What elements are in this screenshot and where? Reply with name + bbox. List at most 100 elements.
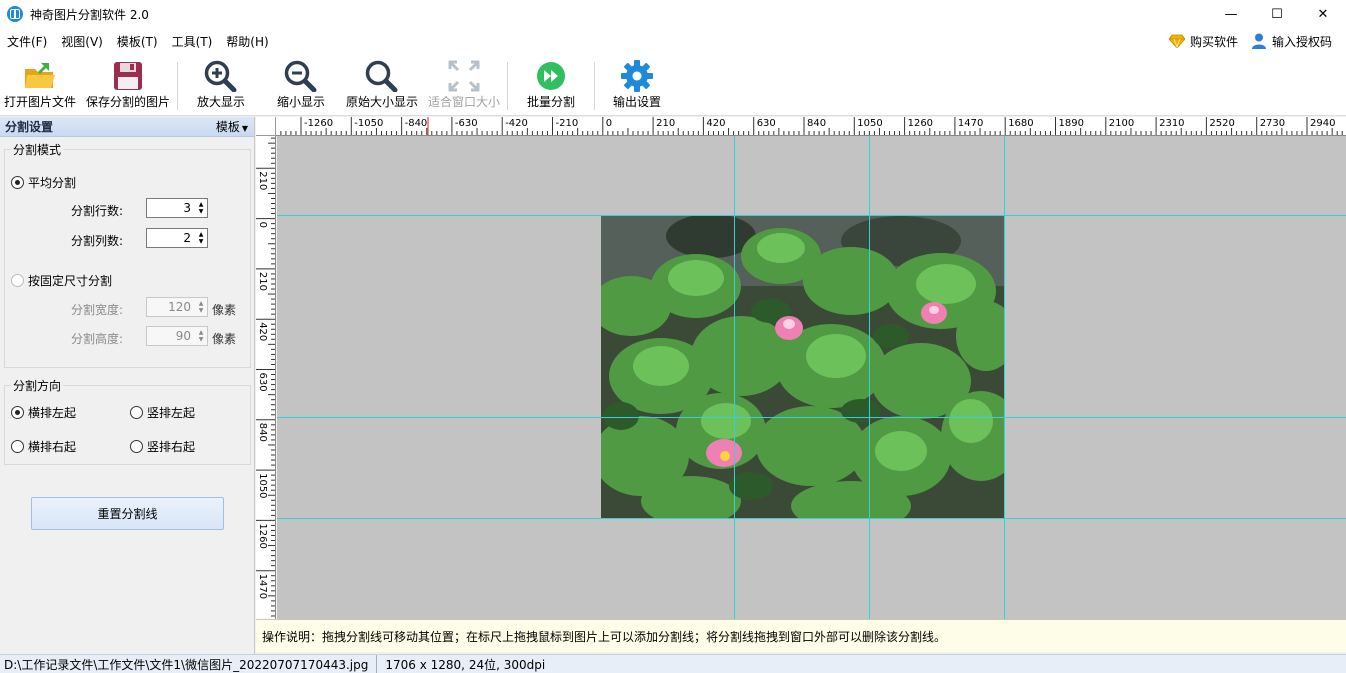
toolbar: 打开图片文件 保存分割的图片 放大显示 缩小显示 原始大小显示 适合窗口大小 批… bbox=[0, 54, 1346, 116]
maximize-button[interactable]: ☐ bbox=[1254, 0, 1300, 28]
split-line-vertical[interactable] bbox=[869, 136, 870, 619]
app-icon bbox=[7, 6, 23, 22]
vertical-right-label: 竖排右起 bbox=[147, 440, 196, 454]
title-bar: 神奇图片分割软件 2.0 — ☐ ✕ bbox=[0, 0, 1346, 28]
gear-icon bbox=[621, 60, 653, 92]
lotus-photo bbox=[601, 216, 1004, 518]
horizontal-ruler[interactable]: -1260 -1050 -840 -630 -420 -210 0 210 420 630 840 1… bbox=[276, 117, 1346, 136]
diamond-icon bbox=[1168, 34, 1185, 48]
fast-forward-icon bbox=[537, 62, 565, 90]
split-line-horizontal[interactable] bbox=[277, 518, 1346, 519]
cols-stepper[interactable]: 2 ▲ ▼ bbox=[146, 228, 208, 248]
toolbar-separator bbox=[177, 62, 178, 110]
output-settings-button[interactable]: 输出设置 bbox=[613, 54, 661, 116]
spin-arrows-icon[interactable]: ▲ ▼ bbox=[195, 199, 207, 217]
menu-bar: 文件(F) 视图(V) 模板(T) 工具(T) 帮助(H) 购买软件 输入授权码 bbox=[0, 28, 1346, 54]
zoom-in-button[interactable]: 放大显示 bbox=[197, 54, 245, 116]
width-value: 120 bbox=[168, 300, 191, 314]
zoom-in-label: 放大显示 bbox=[197, 95, 246, 109]
vertical-right-radio[interactable]: 竖排右起 bbox=[130, 438, 195, 455]
ruler-label: 1470 bbox=[958, 118, 983, 129]
chevron-down-icon: ▼ bbox=[241, 124, 248, 133]
height-label: 分割高度: bbox=[71, 332, 124, 346]
split-mode-title: 分割模式 bbox=[11, 141, 64, 158]
ruler-label: -630 bbox=[455, 118, 478, 129]
radio-unchecked-icon bbox=[11, 440, 24, 453]
toolbar-separator bbox=[594, 62, 595, 110]
even-split-radio[interactable]: 平均分割 bbox=[11, 174, 76, 191]
ruler-label: 1050 bbox=[257, 473, 268, 498]
enter-license-link[interactable]: 输入授权码 bbox=[1251, 33, 1332, 50]
ruler-corner bbox=[256, 117, 276, 136]
ruler-label: 840 bbox=[807, 118, 826, 129]
rows-stepper[interactable]: 3 ▲ ▼ bbox=[146, 198, 208, 218]
ruler-label: 2730 bbox=[1260, 118, 1285, 129]
output-settings-label: 输出设置 bbox=[613, 95, 662, 109]
width-stepper[interactable]: 120 ▲ ▼ bbox=[146, 297, 208, 317]
buy-software-label: 购买软件 bbox=[1189, 34, 1238, 49]
split-line-vertical[interactable] bbox=[734, 136, 735, 619]
split-line-vertical[interactable] bbox=[1004, 136, 1005, 619]
radio-checked-icon bbox=[11, 406, 24, 419]
image-canvas[interactable] bbox=[277, 136, 1346, 619]
split-mode-group: 分割模式 平均分割 分割行数: 3 ▲ ▼ 分割列数: 2 ▲ ▼ 按固定尺寸分割 … bbox=[4, 141, 251, 368]
save-split-label: 保存分割的图片 bbox=[86, 95, 171, 109]
fixed-size-radio[interactable]: 按固定尺寸分割 bbox=[11, 272, 112, 289]
ruler-label: 0 bbox=[606, 118, 612, 129]
ruler-label: -1260 bbox=[304, 118, 333, 129]
ruler-label: 1680 bbox=[1008, 118, 1033, 129]
menu-tools[interactable]: 工具(T) bbox=[165, 33, 220, 50]
split-direction-title: 分割方向 bbox=[11, 377, 64, 394]
panel-header: 分割设置 模板 ▼ bbox=[0, 117, 254, 137]
spin-arrows-icon[interactable]: ▲ ▼ bbox=[195, 229, 207, 247]
ruler-label: 1260 bbox=[257, 523, 268, 548]
vertical-ruler[interactable]: 02100210420630840105012601470 bbox=[256, 136, 276, 619]
batch-split-label: 批量分割 bbox=[527, 95, 576, 109]
minimize-button[interactable]: — bbox=[1208, 0, 1254, 28]
split-direction-group: 分割方向 横排左起 竖排左起 横排右起 竖排右起 bbox=[4, 377, 251, 465]
horizontal-right-radio[interactable]: 横排右起 bbox=[11, 438, 76, 455]
ruler-label: 630 bbox=[257, 373, 268, 392]
height-stepper[interactable]: 90 ▲ ▼ bbox=[146, 326, 208, 346]
cols-value: 2 bbox=[183, 231, 191, 245]
spin-arrows-icon[interactable]: ▲ ▼ bbox=[195, 327, 207, 345]
spin-arrows-icon[interactable]: ▲ ▼ bbox=[195, 298, 207, 316]
close-button[interactable]: ✕ bbox=[1300, 0, 1346, 28]
menu-help[interactable]: 帮助(H) bbox=[219, 33, 275, 50]
ruler-label: -1050 bbox=[354, 118, 383, 129]
menu-view[interactable]: 视图(V) bbox=[54, 33, 110, 50]
zoom-in-icon bbox=[204, 60, 237, 92]
zoom-out-icon bbox=[284, 60, 317, 92]
user-icon bbox=[1251, 33, 1266, 49]
zoom-out-label: 缩小显示 bbox=[277, 95, 326, 109]
split-line-horizontal[interactable] bbox=[277, 417, 1346, 418]
ruler-label: -420 bbox=[505, 118, 528, 129]
toolbar-separator bbox=[507, 62, 508, 110]
open-image-button[interactable]: 打开图片文件 bbox=[4, 54, 76, 116]
ruler-label: 2520 bbox=[1209, 118, 1234, 129]
ruler-label: 630 bbox=[757, 118, 776, 129]
horizontal-left-radio[interactable]: 横排左起 bbox=[11, 404, 76, 421]
save-split-button[interactable]: 保存分割的图片 bbox=[86, 54, 170, 116]
batch-split-button[interactable]: 批量分割 bbox=[527, 54, 575, 116]
original-size-button[interactable]: 原始大小显示 bbox=[346, 54, 418, 116]
file-path: D:\工作记录文件\工作文件\文件1\微信图片_20220707170443.j… bbox=[0, 654, 378, 673]
even-split-label: 平均分割 bbox=[28, 176, 77, 190]
template-dropdown[interactable]: 模板 ▼ bbox=[216, 118, 248, 135]
width-label: 分割宽度: bbox=[71, 303, 124, 317]
split-line-horizontal[interactable] bbox=[277, 215, 1346, 216]
ruler-label: 2310 bbox=[1159, 118, 1184, 129]
window-title: 神奇图片分割软件 2.0 bbox=[30, 7, 149, 22]
vertical-ruler-scale: 02100210420630840105012601470 bbox=[256, 137, 275, 617]
reset-split-lines-button[interactable]: 重置分割线 bbox=[31, 497, 224, 530]
fit-window-icon bbox=[448, 60, 480, 92]
menu-template[interactable]: 模板(T) bbox=[110, 33, 165, 50]
panel-title: 分割设置 bbox=[5, 120, 54, 134]
height-unit: 像素 bbox=[212, 332, 237, 346]
menu-file[interactable]: 文件(F) bbox=[0, 33, 54, 50]
vertical-left-radio[interactable]: 竖排左起 bbox=[130, 404, 195, 421]
fit-window-button[interactable]: 适合窗口大小 bbox=[428, 54, 500, 116]
height-value: 90 bbox=[175, 329, 191, 343]
zoom-out-button[interactable]: 缩小显示 bbox=[277, 54, 325, 116]
buy-software-link[interactable]: 购买软件 bbox=[1168, 33, 1238, 50]
